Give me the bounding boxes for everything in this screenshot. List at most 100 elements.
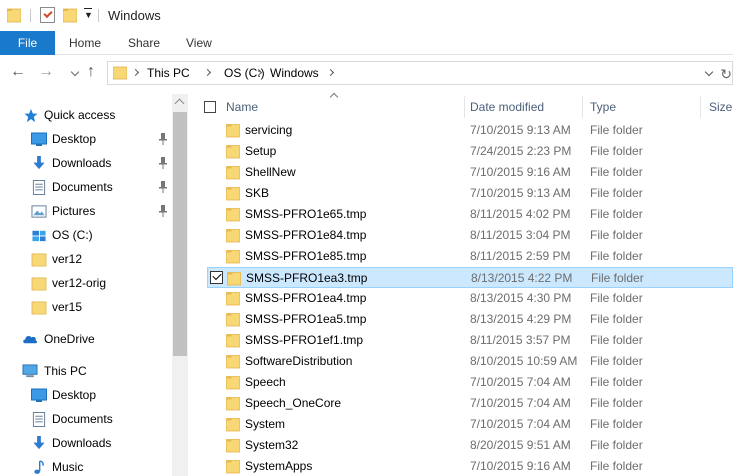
- recent-locations-chevron-icon[interactable]: [70, 67, 80, 77]
- nav-item-ver15[interactable]: ver15: [0, 296, 172, 320]
- up-arrow-icon[interactable]: ↑: [87, 64, 95, 80]
- column-header: Name Date modified Type Size: [188, 92, 733, 120]
- file-type: File folder: [590, 291, 643, 305]
- list-item[interactable]: servicing 7/10/2015 9:13 AM File folder: [207, 120, 733, 141]
- nav-item-this-pc[interactable]: This PC: [0, 360, 172, 384]
- breadcrumb-chevron-icon[interactable]: [131, 68, 140, 77]
- quick-access-toolbar-dropdown-icon[interactable]: ▼: [84, 8, 93, 20]
- file-date-modified: 7/10/2015 7:04 AM: [470, 396, 571, 410]
- list-item[interactable]: SystemApps 7/10/2015 9:16 AM File folder: [207, 456, 733, 476]
- file-name: System32: [245, 438, 299, 452]
- window-title: Windows: [108, 8, 161, 23]
- file-name: SMSS-PFRO1ea3.tmp: [246, 271, 368, 285]
- file-date-modified: 8/11/2015 2:59 PM: [470, 249, 571, 263]
- column-divider[interactable]: [464, 96, 465, 118]
- select-all-checkbox[interactable]: [204, 101, 216, 113]
- list-item[interactable]: SMSS-PFRO1e85.tmp 8/11/2015 2:59 PM File f…: [207, 246, 733, 267]
- list-item[interactable]: SMSS-PFRO1ea4.tmp 8/13/2015 4:30 PM File f…: [207, 288, 733, 309]
- toolbar-separator: [98, 9, 99, 22]
- folder-icon: [227, 272, 241, 286]
- column-date-modified[interactable]: Date modified: [470, 100, 544, 114]
- nav-item-this-pc-music[interactable]: Music: [0, 456, 172, 476]
- folder-icon: [31, 277, 47, 291]
- list-item[interactable]: Speech 7/10/2015 7:04 AM File folder: [207, 372, 733, 393]
- folder-icon: [226, 334, 240, 348]
- column-type[interactable]: Type: [590, 100, 616, 114]
- file-name: SoftwareDistribution: [245, 354, 353, 368]
- back-arrow-icon[interactable]: ←: [10, 64, 26, 80]
- nav-item-os-c[interactable]: OS (C:): [0, 224, 172, 248]
- pin-icon[interactable]: [158, 181, 168, 193]
- nav-item-quick-access[interactable]: Quick access: [0, 104, 172, 128]
- file-type: File folder: [590, 228, 643, 242]
- list-item[interactable]: Speech_OneCore 7/10/2015 7:04 AM File fold…: [207, 393, 733, 414]
- list-item[interactable]: Setup 7/24/2015 2:23 PM File folder: [207, 141, 733, 162]
- file-date-modified: 8/13/2015 4:22 PM: [471, 271, 573, 285]
- nav-item-onedrive[interactable]: OneDrive: [0, 328, 172, 352]
- file-date-modified: 7/10/2015 9:16 AM: [470, 459, 571, 473]
- item-checkbox[interactable]: [210, 271, 223, 284]
- column-divider[interactable]: [582, 96, 583, 118]
- folder-icon: [226, 439, 240, 453]
- list-item[interactable]: SoftwareDistribution 8/10/2015 10:59 AM Fi…: [207, 351, 733, 372]
- nav-item-this-pc-desktop[interactable]: Desktop: [0, 384, 172, 408]
- breadcrumb-windows[interactable]: Windows: [270, 66, 319, 80]
- tab-file[interactable]: File: [0, 31, 55, 55]
- column-name[interactable]: Name: [226, 100, 258, 114]
- list-item[interactable]: ShellNew 7/10/2015 9:16 AM File folder: [207, 162, 733, 183]
- pin-icon[interactable]: [158, 133, 168, 145]
- tab-share[interactable]: Share: [128, 31, 160, 55]
- column-divider[interactable]: [700, 96, 701, 118]
- file-type: File folder: [590, 249, 643, 263]
- breadcrumb-this-pc[interactable]: This PC: [147, 66, 190, 80]
- list-item[interactable]: SMSS-PFRO1e65.tmp 8/11/2015 4:02 PM File f…: [207, 204, 733, 225]
- desktop-icon: [31, 388, 47, 402]
- nav-item-desktop[interactable]: Desktop: [0, 128, 172, 152]
- file-date-modified: 7/10/2015 9:16 AM: [470, 165, 571, 179]
- folder-icon: [226, 418, 240, 432]
- list-item[interactable]: SMSS-PFRO1ea5.tmp 8/13/2015 4:29 PM File f…: [207, 309, 733, 330]
- drive-icon: [32, 230, 46, 242]
- list-item[interactable]: SMSS-PFRO1ef1.tmp 8/11/2015 3:57 PM File f…: [207, 330, 733, 351]
- cloud-icon: [23, 335, 38, 344]
- file-type: File folder: [590, 417, 643, 431]
- tab-home[interactable]: Home: [69, 31, 101, 55]
- nav-item-this-pc-downloads[interactable]: Downloads: [0, 432, 172, 456]
- breadcrumb-chevron-icon[interactable]: [326, 68, 335, 77]
- nav-item-ver12[interactable]: ver12: [0, 248, 172, 272]
- file-name: SMSS-PFRO1ef1.tmp: [245, 333, 364, 347]
- address-bar[interactable]: This PC OS (C:) Windows ↻: [107, 61, 733, 85]
- file-date-modified: 7/24/2015 2:23 PM: [470, 144, 572, 158]
- folder-icon: [31, 253, 47, 267]
- pictures-icon: [31, 205, 47, 218]
- address-history-chevron-icon[interactable]: [704, 67, 714, 77]
- tab-view[interactable]: View: [186, 31, 212, 55]
- list-item[interactable]: SMSS-PFRO1e84.tmp 8/11/2015 3:04 PM File f…: [207, 225, 733, 246]
- nav-item-this-pc-documents[interactable]: Documents: [0, 408, 172, 432]
- list-item[interactable]: SKB 7/10/2015 9:13 AM File folder: [207, 183, 733, 204]
- file-type: File folder: [590, 333, 643, 347]
- folder-icon[interactable]: [7, 7, 21, 23]
- list-item[interactable]: System 7/10/2015 7:04 AM File folder: [207, 414, 733, 435]
- toolbar-separator: [30, 9, 31, 22]
- file-date-modified: 7/10/2015 7:04 AM: [470, 417, 571, 431]
- nav-item-ver12-orig[interactable]: ver12-orig: [0, 272, 172, 296]
- breadcrumb-chevron-icon[interactable]: [203, 68, 212, 77]
- downloads-icon: [33, 156, 45, 170]
- pin-icon[interactable]: [158, 205, 168, 217]
- new-folder-icon[interactable]: [63, 7, 77, 23]
- folder-icon: [226, 313, 240, 327]
- list-item[interactable]: System32 8/20/2015 9:51 AM File folder: [207, 435, 733, 456]
- nav-pane-scrollbar-thumb[interactable]: [173, 112, 187, 356]
- forward-arrow-icon[interactable]: →: [38, 64, 54, 80]
- list-item[interactable]: SMSS-PFRO1ea3.tmp 8/13/2015 4:22 PM File f…: [207, 267, 733, 288]
- column-size[interactable]: Size: [709, 100, 732, 114]
- nav-item-pictures[interactable]: Pictures: [0, 200, 172, 224]
- nav-item-downloads[interactable]: Downloads: [0, 152, 172, 176]
- file-name: SMSS-PFRO1e65.tmp: [245, 207, 367, 221]
- file-name: SMSS-PFRO1e84.tmp: [245, 228, 367, 242]
- properties-icon[interactable]: [40, 7, 55, 23]
- refresh-icon[interactable]: ↻: [720, 66, 732, 83]
- nav-item-documents[interactable]: Documents: [0, 176, 172, 200]
- pin-icon[interactable]: [158, 157, 168, 169]
